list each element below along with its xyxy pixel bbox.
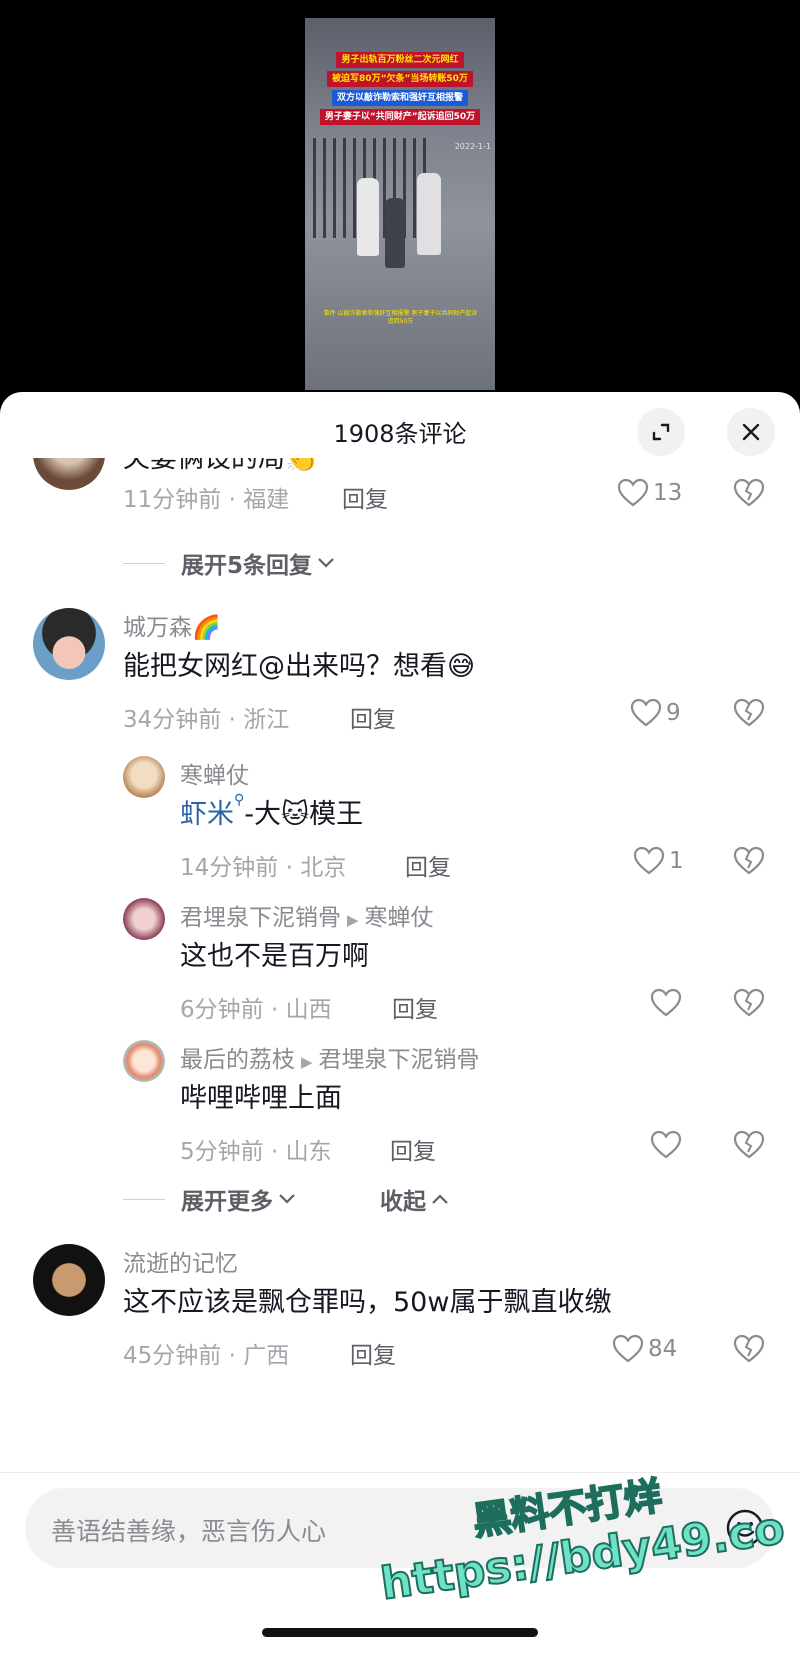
- like-button[interactable]: 1: [633, 846, 684, 876]
- video-subtitle: 事件 以敲诈勒索和强奸互相报警 男子妻子以共同财产起诉追回50万: [323, 310, 478, 325]
- like-button[interactable]: 84: [612, 1334, 677, 1364]
- reply-meta: 5分钟前 · 山东: [180, 1139, 332, 1165]
- reply-button[interactable]: 回复: [350, 700, 396, 734]
- person-figure: [385, 198, 405, 268]
- home-indicator: [262, 1628, 538, 1637]
- divider: [123, 1198, 165, 1200]
- heart-icon: [612, 1334, 644, 1363]
- reply-to-user[interactable]: 寒蝉仗: [365, 905, 434, 931]
- broken-heart-icon: [733, 988, 765, 1017]
- divider: [123, 562, 165, 564]
- reply-text: 这也不是百万啊: [180, 941, 369, 972]
- like-count: 1: [669, 848, 684, 874]
- broken-heart-icon: [733, 846, 765, 875]
- comment-meta: 11分钟前 · 福建: [123, 487, 290, 513]
- expand-more-label: 展开更多: [181, 1189, 273, 1215]
- like-count: 9: [666, 700, 681, 726]
- dislike-button[interactable]: [733, 698, 765, 732]
- like-count: 84: [648, 1336, 678, 1362]
- expand-icon: [652, 423, 670, 441]
- reply-username[interactable]: 寒蝉仗: [180, 756, 249, 790]
- dislike-button[interactable]: [733, 478, 765, 512]
- reply-text: 哔哩哔哩上面: [180, 1083, 342, 1114]
- expand-more-button[interactable]: 展开更多: [123, 1182, 297, 1216]
- reply-arrow-icon: ▶: [347, 911, 359, 929]
- reply-author[interactable]: 君埋泉下泥销骨: [180, 905, 341, 931]
- comment-text: 夫妻俩设的局👏: [123, 458, 319, 474]
- chevron-up-icon: [432, 1194, 448, 1204]
- video-caption: 被迫写80万“欠条”当场转账50万: [327, 71, 473, 87]
- comment-text: 能把女网红@出来吗？想看😅: [123, 651, 476, 682]
- video-area[interactable]: 男子出轨百万粉丝二次元网红 被迫写80万“欠条”当场转账50万 双方以敲诈勒索和…: [0, 0, 800, 410]
- reply-arrow-icon: ▶: [301, 1053, 313, 1071]
- reply-username: 最后的荔枝 ▶ 君埋泉下泥销骨: [180, 1040, 480, 1074]
- reply-button[interactable]: 回复: [350, 1336, 396, 1370]
- reply-text-body: -大🐱模王: [244, 799, 364, 830]
- video-caption: 男子出轨百万粉丝二次元网红: [336, 52, 464, 68]
- comment-username[interactable]: 城万森🌈: [123, 608, 221, 642]
- avatar[interactable]: [123, 898, 165, 940]
- avatar[interactable]: [33, 608, 105, 680]
- reply-button[interactable]: 回复: [405, 848, 451, 882]
- dislike-button[interactable]: [733, 988, 765, 1022]
- mention-link[interactable]: 虾米: [180, 799, 234, 830]
- reply-to-user[interactable]: 君埋泉下泥销骨: [319, 1047, 480, 1073]
- reply-button[interactable]: 回复: [392, 990, 438, 1024]
- like-button[interactable]: [650, 1130, 686, 1160]
- close-button[interactable]: [727, 408, 775, 456]
- dislike-button[interactable]: [733, 846, 765, 880]
- expand-replies-label: 展开5条回复: [181, 553, 313, 579]
- comment-text: 这不应该是飘仓罪吗，50w属于飘直收缴: [123, 1287, 612, 1318]
- reply-username: 君埋泉下泥销骨 ▶ 寒蝉仗: [180, 898, 434, 932]
- video-thumbnail[interactable]: 男子出轨百万粉丝二次元网红 被迫写80万“欠条”当场转账50万 双方以敲诈勒索和…: [305, 18, 495, 390]
- reply-meta: 14分钟前 · 北京: [180, 855, 347, 881]
- heart-icon: [650, 988, 682, 1017]
- reply-meta: 6分钟前 · 山西: [180, 997, 332, 1023]
- reply-text: 虾米⚲-大🐱模王: [180, 792, 363, 831]
- video-timestamp: 2022-1-1: [454, 142, 491, 151]
- collapse-button[interactable]: 收起: [380, 1182, 450, 1216]
- heart-icon: [630, 698, 662, 727]
- avatar[interactable]: [33, 1244, 105, 1316]
- expand-replies-button[interactable]: 展开5条回复: [123, 546, 336, 580]
- chevron-down-icon: [318, 558, 334, 568]
- collapse-label: 收起: [380, 1189, 426, 1215]
- person-figure: [417, 173, 441, 255]
- like-count: 13: [653, 480, 683, 506]
- heart-icon: [617, 478, 649, 507]
- input-placeholder: 善语结善缘，恶言伤人心: [51, 1517, 327, 1546]
- video-caption: 双方以敲诈勒索和强奸互相报警: [331, 90, 468, 106]
- like-button[interactable]: [650, 988, 686, 1018]
- avatar[interactable]: [123, 1040, 165, 1082]
- broken-heart-icon: [733, 698, 765, 727]
- broken-heart-icon: [733, 478, 765, 507]
- broken-heart-icon: [733, 1130, 765, 1159]
- close-icon: [742, 423, 760, 441]
- reply-button[interactable]: 回复: [342, 480, 388, 514]
- video-caption: 男子妻子以“共同财产”起诉追回50万: [319, 109, 481, 125]
- like-button[interactable]: 13: [617, 478, 682, 508]
- avatar[interactable]: [123, 756, 165, 798]
- chevron-down-icon: [279, 1194, 295, 1204]
- comment-meta: 34分钟前 · 浙江: [123, 707, 290, 733]
- like-button[interactable]: 9: [630, 698, 681, 728]
- reply-author[interactable]: 最后的荔枝: [180, 1047, 295, 1073]
- comment-meta: 45分钟前 · 广西: [123, 1343, 290, 1369]
- heart-icon: [650, 1130, 682, 1159]
- comment-list[interactable]: 夫妻俩设的局👏 11分钟前 · 福建 回复 13 展开5条回复 城万森🌈 能把女…: [0, 458, 800, 1472]
- dislike-button[interactable]: [733, 1130, 765, 1164]
- fullscreen-button[interactable]: [637, 408, 685, 456]
- search-icon: ⚲: [234, 792, 245, 808]
- heart-icon: [633, 846, 665, 875]
- dislike-button[interactable]: [733, 1334, 765, 1368]
- person-figure: [357, 178, 379, 256]
- avatar[interactable]: [33, 458, 105, 490]
- broken-heart-icon: [733, 1334, 765, 1363]
- reply-button[interactable]: 回复: [390, 1132, 436, 1166]
- comment-username[interactable]: 流逝的记忆: [123, 1244, 238, 1278]
